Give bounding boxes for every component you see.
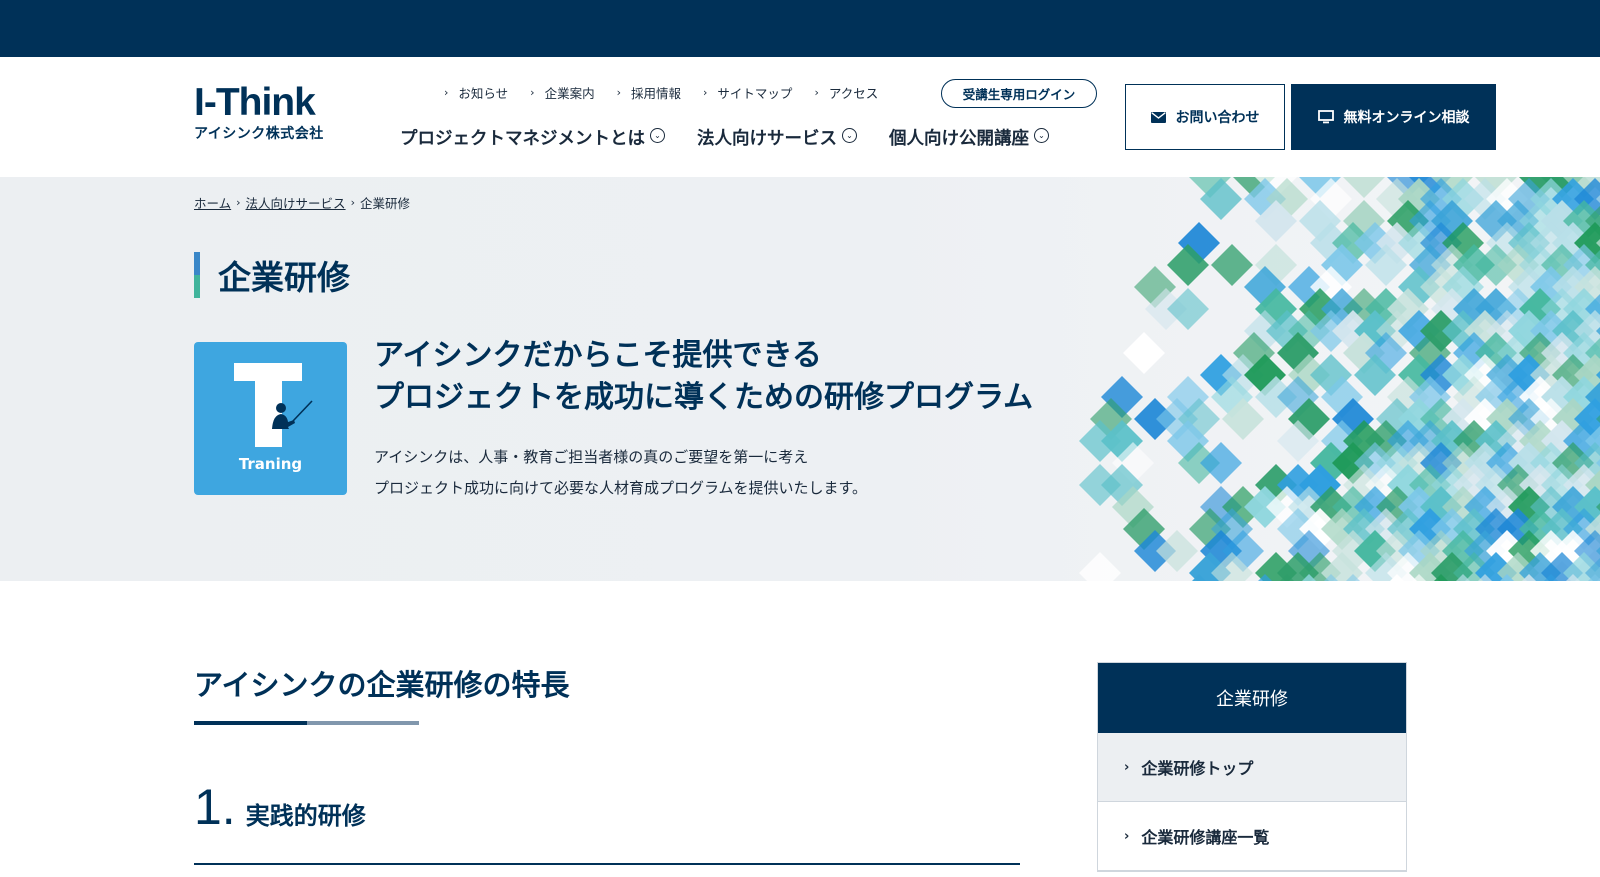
mosaic-tile bbox=[1156, 530, 1198, 572]
breadcrumb-separator: › bbox=[350, 196, 355, 209]
title-accent-bar bbox=[194, 252, 200, 298]
hero-headline-line: プロジェクトを成功に導くための研修プログラム bbox=[374, 380, 1034, 415]
contact-button-label: お問い合わせ bbox=[1175, 110, 1260, 126]
sidebar-menu: 企業研修 › 企業研修トップ › 企業研修講座一覧 bbox=[1097, 662, 1407, 872]
util-link-label: アクセス bbox=[828, 85, 879, 101]
nav-item-label: プロジェクトマネジメントとは bbox=[400, 129, 645, 149]
util-link-label: お知らせ bbox=[458, 85, 509, 101]
nav-item-pm[interactable]: プロジェクトマネジメントとは ⌄ bbox=[400, 125, 665, 150]
feature-label: 実践的研修 bbox=[245, 802, 366, 830]
site-logo[interactable]: I-Think アイシンク株式会社 bbox=[194, 81, 344, 143]
underline-dark bbox=[194, 721, 307, 725]
site-header: I-Think アイシンク株式会社 › お知らせ › 企業案内 › 採用情報 › サイト… bbox=[0, 57, 1600, 177]
chevron-right-icon: › bbox=[616, 85, 621, 99]
student-login-button[interactable]: 受講生専用ログイン bbox=[941, 79, 1097, 108]
mosaic-tile bbox=[1200, 442, 1242, 484]
section-title: アイシンクの企業研修の特長 bbox=[194, 668, 570, 702]
main-nav: プロジェクトマネジメントとは ⌄ 法人向けサービス ⌄ 個人向け公開講座 ⌄ bbox=[400, 125, 1049, 150]
sidebar-item-label: 企業研修トップ bbox=[1141, 759, 1254, 778]
breadcrumb-current: 企業研修 bbox=[359, 196, 410, 211]
chevron-down-circle-icon: ⌄ bbox=[1034, 127, 1049, 143]
feature-number: 1. bbox=[194, 779, 236, 835]
hero-description-line: アイシンクは、人事・教育ご担当者様の真のご要望を第一に考え bbox=[374, 448, 809, 466]
feature-divider bbox=[194, 863, 1020, 865]
logo-wordmark: I-Think bbox=[194, 81, 316, 124]
chevron-right-icon: › bbox=[1124, 759, 1130, 775]
feature-heading: 1. 実践的研修 bbox=[194, 782, 366, 832]
sidebar-item-training-top[interactable]: › 企業研修トップ bbox=[1098, 733, 1406, 802]
hero-headline: アイシンクだからこそ提供できる プロジェクトを成功に導くための研修プログラム bbox=[374, 335, 1033, 419]
page-title-block: 企業研修 bbox=[194, 252, 350, 298]
hero-section: ホーム › 法人向けサービス › 企業研修 企業研修 Traning アイシンク… bbox=[0, 177, 1600, 581]
sidebar-item-label: 企業研修講座一覧 bbox=[1141, 828, 1270, 847]
section-underline bbox=[194, 721, 419, 725]
top-bar bbox=[0, 0, 1600, 57]
mosaic-tile bbox=[1079, 552, 1121, 581]
mosaic-tile bbox=[1211, 244, 1253, 286]
util-link-recruit[interactable]: › 採用情報 bbox=[617, 83, 681, 102]
mosaic-tile bbox=[1343, 177, 1385, 198]
hero-description: アイシンクは、人事・教育ご担当者様の真のご要望を第一に考え プロジェクト成功に向… bbox=[374, 442, 867, 504]
mosaic-tile bbox=[1167, 288, 1209, 330]
nav-item-public[interactable]: 個人向け公開講座 ⌄ bbox=[889, 125, 1049, 150]
underline-light bbox=[307, 721, 419, 725]
online-consult-button[interactable]: 無料オンライン相談 bbox=[1291, 84, 1496, 150]
sidebar-item-course-list[interactable]: › 企業研修講座一覧 bbox=[1098, 802, 1406, 871]
page-title: 企業研修 bbox=[218, 258, 350, 297]
envelope-icon bbox=[1150, 111, 1166, 123]
util-link-label: サイトマップ bbox=[717, 85, 793, 101]
chevron-right-icon: › bbox=[703, 85, 708, 99]
utility-nav: › お知らせ › 企業案内 › 採用情報 › サイトマップ › アクセス bbox=[444, 82, 900, 102]
nav-item-label: 個人向け公開講座 bbox=[889, 129, 1029, 149]
nav-item-label: 法人向けサービス bbox=[697, 129, 837, 149]
chevron-right-icon: › bbox=[1124, 828, 1130, 844]
consult-button-label: 無料オンライン相談 bbox=[1343, 110, 1470, 126]
training-illustration: Traning bbox=[194, 342, 347, 495]
chevron-right-icon: › bbox=[530, 85, 535, 99]
hero-description-line: プロジェクト成功に向けて必要な人材育成プログラムを提供いたします。 bbox=[374, 479, 868, 497]
sidebar-title: 企業研修 bbox=[1098, 663, 1406, 733]
training-card-label: Traning bbox=[238, 455, 303, 473]
chevron-right-icon: › bbox=[444, 85, 449, 99]
hero-headline-line: アイシンクだからこそ提供できる bbox=[374, 338, 822, 373]
chevron-down-circle-icon: ⌄ bbox=[650, 127, 665, 143]
chevron-down-circle-icon: ⌄ bbox=[842, 127, 857, 143]
mosaic-tile bbox=[1123, 332, 1165, 374]
util-link-label: 企業案内 bbox=[544, 85, 595, 101]
util-link-news[interactable]: › お知らせ bbox=[444, 83, 508, 102]
util-link-company[interactable]: › 企業案内 bbox=[530, 83, 594, 102]
breadcrumb-separator: › bbox=[236, 196, 241, 209]
breadcrumb-home[interactable]: ホーム bbox=[194, 193, 231, 212]
breadcrumb: ホーム › 法人向けサービス › 企業研修 bbox=[194, 193, 410, 212]
chevron-right-icon: › bbox=[814, 85, 819, 99]
logo-company-name: アイシンク株式会社 bbox=[194, 126, 324, 142]
nav-item-corporate[interactable]: 法人向けサービス ⌄ bbox=[697, 125, 857, 150]
util-link-sitemap[interactable]: › サイトマップ bbox=[703, 83, 792, 102]
util-link-access[interactable]: › アクセス bbox=[814, 83, 878, 102]
monitor-icon bbox=[1317, 110, 1334, 124]
breadcrumb-parent[interactable]: 法人向けサービス bbox=[246, 193, 346, 212]
util-link-label: 採用情報 bbox=[631, 85, 682, 101]
contact-button[interactable]: お問い合わせ bbox=[1125, 84, 1285, 150]
